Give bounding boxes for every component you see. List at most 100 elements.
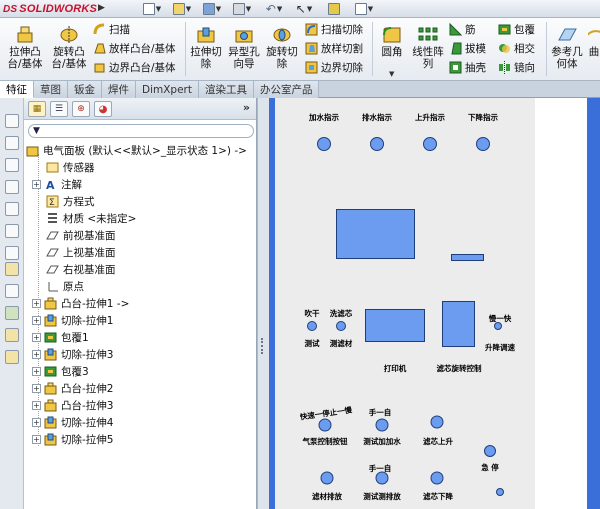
part-icon[interactable] <box>5 328 19 342</box>
expand-icon[interactable]: + <box>32 316 41 325</box>
indicator-down[interactable] <box>476 137 490 151</box>
indicator-small[interactable] <box>496 488 504 496</box>
loft-button[interactable]: 放样凸台/基体 <box>93 41 176 56</box>
mirror-button[interactable]: 镜向 <box>498 60 535 75</box>
button-filter-up[interactable] <box>430 415 444 429</box>
cut-extrude-button[interactable]: 拉伸切 除 <box>188 26 224 70</box>
wrap-button[interactable]: 包覆 <box>498 22 535 37</box>
view-orientation-icon[interactable] <box>5 114 19 128</box>
tab-office-products[interactable]: 办公室产品 <box>253 81 320 98</box>
right-view-icon[interactable] <box>5 202 19 216</box>
shell-button[interactable]: 抽壳 <box>449 60 486 75</box>
switch-filter-drain[interactable] <box>320 471 334 485</box>
assembly-icon[interactable] <box>5 350 19 364</box>
tree-filter-input[interactable]: ▼ <box>28 124 254 138</box>
tab-render-tools[interactable]: 渲染工具 <box>198 81 254 98</box>
indicator-up[interactable] <box>423 137 437 151</box>
options-button[interactable]: ▼ <box>352 1 376 17</box>
button-wash-core[interactable] <box>336 321 346 331</box>
panel-splitter[interactable] <box>257 98 269 509</box>
boss-revolve-button[interactable]: 旋转凸 台/基体 <box>48 26 90 70</box>
reference-geometry-button[interactable]: 参考几 何体 <box>549 26 585 70</box>
tree-item-cut-extrude5[interactable]: + 切除-拉伸5 <box>32 431 113 448</box>
sketch-icon[interactable] <box>5 262 19 276</box>
tab-sheet-metal[interactable]: 钣金 <box>68 81 102 98</box>
button-single-cycle[interactable] <box>494 322 502 330</box>
tree-item-front-plane[interactable]: 前视基准面 <box>46 227 116 244</box>
save-button[interactable]: ▼ <box>200 1 224 17</box>
left-view-icon[interactable] <box>5 180 19 194</box>
expand-icon[interactable]: + <box>32 367 41 376</box>
top-view-icon[interactable] <box>5 224 19 238</box>
lofted-cut-button[interactable]: 放样切割 <box>305 41 363 56</box>
tree-item-annotations[interactable]: + A 注解 <box>32 176 82 193</box>
indicator-add-water[interactable] <box>317 137 331 151</box>
new-document-button[interactable]: ▼ <box>140 1 164 17</box>
tree-item-right-plane[interactable]: 右视基准面 <box>46 261 116 278</box>
tree-item-sensors[interactable]: 传感器 <box>46 159 95 176</box>
relations-icon[interactable] <box>5 306 19 320</box>
expand-icon[interactable]: + <box>32 384 41 393</box>
switch-hold[interactable] <box>375 418 389 432</box>
card-slot[interactable] <box>451 254 484 261</box>
tree-item-boss-extrude1[interactable]: + 凸台-拉伸1 -> <box>32 295 129 312</box>
tree-item-wrap3[interactable]: + 包覆3 <box>32 363 89 380</box>
tab-features[interactable]: 特征 <box>0 81 34 98</box>
splitter-grip-icon[interactable] <box>261 338 266 354</box>
tree-item-equations[interactable]: Σ 方程式 <box>46 193 95 210</box>
tab-weldments[interactable]: 焊件 <box>102 81 136 98</box>
draft-button[interactable]: 拔模 <box>449 41 486 56</box>
configuration-manager-tab-icon[interactable]: ⊕ <box>72 101 90 117</box>
tree-item-wrap1[interactable]: + 包覆1 <box>32 329 89 346</box>
tree-item-material[interactable]: 材质 <未指定> <box>46 210 136 227</box>
tree-item-boss-extrude3[interactable]: + 凸台-拉伸3 <box>32 397 113 414</box>
hole-wizard-button[interactable]: 异型孔 向导 <box>226 26 262 70</box>
smart-dimension-icon[interactable] <box>5 284 19 298</box>
expand-icon[interactable]: + <box>32 435 41 444</box>
boundary-boss-button[interactable]: 边界凸台/基体 <box>93 60 176 75</box>
expand-icon[interactable]: + <box>32 350 41 359</box>
display-window[interactable] <box>336 209 415 259</box>
rebuild-button[interactable] <box>322 1 346 17</box>
tree-item-cut-extrude3[interactable]: + 切除-拉伸3 <box>32 346 113 363</box>
expand-icon[interactable]: + <box>32 418 41 427</box>
button-blow-dry[interactable] <box>307 321 317 331</box>
expand-icon[interactable]: + <box>32 333 41 342</box>
front-view-icon[interactable] <box>5 136 19 150</box>
cut-revolve-button[interactable]: 旋转切 除 <box>264 26 300 70</box>
sweep-button[interactable]: 扫描 <box>93 22 130 37</box>
intersect-button[interactable]: 相交 <box>498 41 535 56</box>
open-button[interactable]: ▼ <box>170 1 194 17</box>
curves-button[interactable]: 曲 <box>588 26 600 58</box>
tree-item-origin[interactable]: 原点 <box>46 278 84 295</box>
property-manager-tab-icon[interactable]: ☰ <box>50 101 68 117</box>
appearance-tab-icon[interactable]: ◕ <box>94 101 112 117</box>
button-emergency[interactable] <box>484 445 496 457</box>
back-view-icon[interactable] <box>5 158 19 172</box>
menu-expand-icon[interactable]: ▶ <box>98 3 105 13</box>
fillet-dropdown-icon[interactable]: ▼ <box>389 70 394 78</box>
button-filter-down[interactable] <box>430 471 444 485</box>
boss-extrude-button[interactable]: 拉伸凸 台/基体 <box>4 26 46 70</box>
filter-rotate-window[interactable] <box>442 301 475 347</box>
tree-item-top-plane[interactable]: 上视基准面 <box>46 244 116 261</box>
switch-test-drain[interactable] <box>375 471 389 485</box>
expand-icon[interactable]: + <box>32 299 41 308</box>
indicator-drain[interactable] <box>370 137 384 151</box>
swept-cut-button[interactable]: 扫描切除 <box>305 22 363 37</box>
panel-model[interactable]: 加水指示 排水指示 上升指示 下降指示 吹干 洗滤芯 慢一快 测试 测滤材 升降… <box>275 98 535 509</box>
printer-slot[interactable] <box>365 309 425 342</box>
feature-tree-tab-icon[interactable]: ▦ <box>28 101 46 117</box>
tab-dimxpert[interactable]: DimXpert <box>136 81 199 98</box>
tree-item-cut-extrude4[interactable]: + 切除-拉伸4 <box>32 414 113 431</box>
select-button[interactable]: ↖ ▼ <box>292 1 316 17</box>
undo-button[interactable]: ↶ ▼ <box>262 1 286 17</box>
expand-icon[interactable]: + <box>32 401 41 410</box>
more-tabs-icon[interactable]: » <box>243 101 250 114</box>
tab-sketch[interactable]: 草图 <box>34 81 68 98</box>
expand-icon[interactable]: + <box>32 180 41 189</box>
graphics-area[interactable]: 加水指示 排水指示 上升指示 下降指示 吹干 洗滤芯 慢一快 测试 测滤材 升降… <box>269 98 600 509</box>
linear-pattern-button[interactable]: 线性阵 列 <box>410 26 446 70</box>
tree-item-boss-extrude2[interactable]: + 凸台-拉伸2 <box>32 380 113 397</box>
tree-item-cut-extrude1[interactable]: + 切除-拉伸1 <box>32 312 113 329</box>
